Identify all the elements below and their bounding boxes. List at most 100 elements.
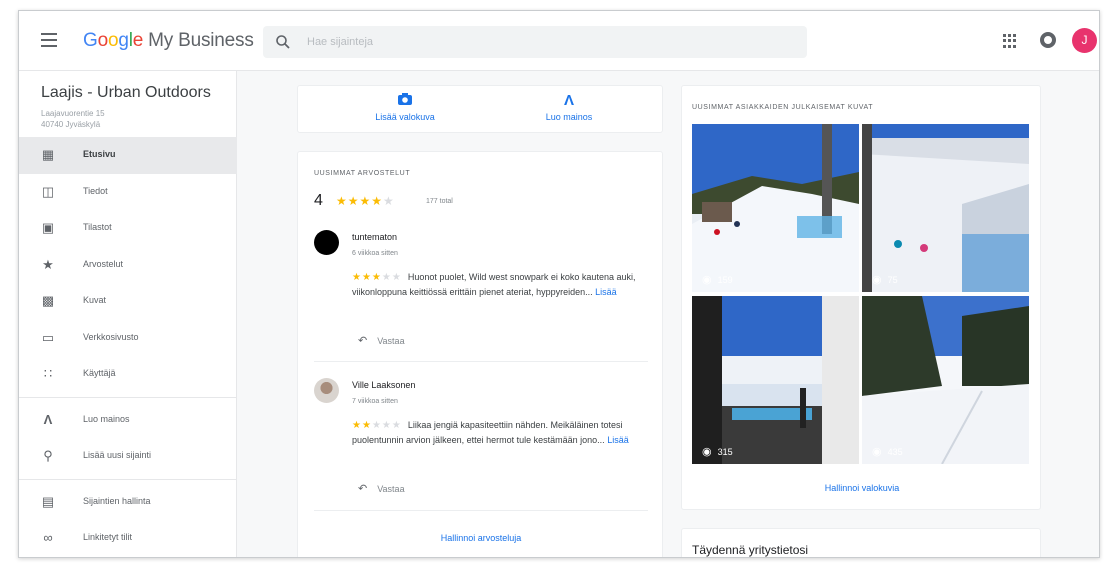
locations-icon: ▤ (41, 493, 55, 509)
sidebar-item-label: Sijaintien hallinta (83, 495, 151, 506)
location-pin-icon: ⚲ (43, 448, 53, 463)
store-icon: ◫ (41, 183, 55, 199)
create-ad-button[interactable]: Λ Luo mainos (494, 92, 644, 122)
sidebar-item-label: Linkitetyt tilit (83, 532, 133, 542)
photo-view-count: ◉ 75 (872, 273, 898, 286)
view-count: 75 (887, 275, 898, 285)
review-time: 6 viikkoa sitten (352, 250, 398, 257)
website-icon: ▭ (41, 329, 55, 345)
eye-icon: ◉ (702, 446, 712, 458)
reply-icon: ↶ (358, 335, 368, 347)
home-icon: ▦ (41, 147, 55, 162)
address-line-1: Laajavuorentie 15 (41, 109, 105, 118)
manage-photos-link[interactable]: Hallinnoi valokuvia (682, 483, 1042, 493)
avatar[interactable]: J (1072, 28, 1097, 53)
review-time: 7 viikkoa sitten (352, 398, 398, 405)
link-icon: ∞ (43, 530, 53, 545)
sidebar: Laajis - Urban Outdoors Laajavuorentie 1… (19, 71, 237, 557)
manage-reviews-link[interactable]: Hallinnoi arvosteluja (298, 533, 664, 543)
add-photo-icon (330, 92, 480, 110)
view-count: 159 (717, 275, 733, 285)
add-photo-label: Lisää valokuva (375, 112, 435, 122)
sidebar-item-linked-accounts[interactable]: ∞ Linkitetyt tilit (19, 520, 237, 557)
customer-photo[interactable]: ◉ 315 (692, 296, 859, 464)
average-rating: 4 (314, 192, 323, 209)
sidebar-item-photos[interactable]: ▩ Kuvat (19, 283, 237, 320)
view-count: 315 (717, 447, 733, 457)
sidebar-item-insights[interactable]: ▣ Tilastot (19, 210, 237, 247)
reply-label: Vastaa (377, 484, 405, 494)
logo-letter: g (118, 30, 129, 51)
photo-grid: ◉ 159 ◉ 75 ◉ 315 ◉ 435 (692, 124, 1029, 464)
review-stars: ★★★★★ (352, 272, 402, 283)
sidebar-item-home[interactable]: ▦ Etusivu (19, 137, 237, 174)
sidebar-item-add-location[interactable]: ⚲ Lisää uusi sijainti (19, 438, 237, 475)
search-icon (276, 35, 290, 49)
review-text-block: ★★★★★ Liikaa jengiä kapasiteettiin nähden… (352, 418, 642, 447)
reviews-section-title: UUSIMMAT ARVOSTELUT (314, 170, 411, 177)
sidebar-item-label: Käyttäjä (83, 368, 116, 378)
ads-icon: Λ (563, 92, 574, 109)
sidebar-item-label: Verkkosivusto (83, 331, 139, 342)
sidebar-item-label: Tilastot (83, 222, 112, 232)
apps-icon[interactable] (1003, 34, 1017, 48)
customer-photo[interactable]: ◉ 75 (862, 124, 1029, 292)
sidebar-item-label: Kuvat (83, 295, 107, 305)
read-more-link[interactable]: Lisää (595, 287, 617, 297)
sidebar-item-website[interactable]: ▭ Verkkosivusto (19, 320, 237, 357)
sidebar-nav: ▦ Etusivu ◫ Tiedot ▣ Tilastot ★ Arvostel… (19, 137, 237, 557)
complete-business-info-card: Täydennä yritystietosi (681, 528, 1041, 557)
photo-view-count: ◉ 435 (872, 445, 903, 458)
complete-info-title: Täydennä yritystietosi (692, 543, 809, 557)
reviewer-name: tuntematon (352, 232, 398, 242)
average-rating-stars: ★★★★★ (336, 194, 395, 208)
notifications-icon[interactable] (1040, 32, 1056, 48)
sidebar-item-info[interactable]: ◫ Tiedot (19, 174, 237, 211)
view-count: 435 (887, 447, 903, 457)
photo-view-count: ◉ 159 (702, 273, 733, 286)
customer-photo[interactable]: ◉ 159 (692, 124, 859, 292)
menu-icon[interactable] (41, 33, 57, 47)
logo-letter: o (97, 30, 109, 51)
photos-section-title: UUSIMMAT ASIAKKAIDEN JULKAISEMAT KUVAT (692, 104, 874, 111)
business-name: Laajis - Urban Outdoors (41, 84, 211, 101)
sidebar-item-label: Arvostelut (83, 258, 124, 269)
reviewer-avatar (314, 378, 339, 403)
google-my-business-logo[interactable]: Google My Business (83, 30, 254, 52)
top-bar: GoogleMy Business J (19, 11, 1099, 71)
ads-icon: Λ (43, 411, 53, 427)
sidebar-item-users[interactable]: ∷ Käyttäjä (19, 356, 237, 393)
review-stars: ★★★★★ (352, 420, 402, 431)
product-name: My Business (148, 30, 254, 51)
photo-view-count: ◉ 315 (702, 445, 733, 458)
sidebar-divider (19, 396, 237, 398)
review-divider (314, 361, 648, 362)
search-input[interactable] (307, 33, 787, 51)
star-icon: ★ (42, 256, 54, 272)
app-window: GoogleMy Business J Laajis - Urban Outdo… (18, 10, 1100, 558)
sidebar-item-reviews[interactable]: ★ Arvostelut (19, 247, 237, 284)
reply-button[interactable]: ↶ Vastaa (358, 482, 438, 498)
insights-icon: ▣ (41, 220, 55, 235)
logo-letter: G (83, 30, 98, 51)
read-more-link[interactable]: Lisää (607, 435, 629, 445)
add-photo-button[interactable]: Lisää valokuva (330, 92, 480, 122)
reply-label: Vastaa (377, 336, 405, 346)
eye-icon: ◉ (872, 274, 882, 286)
sidebar-item-create-ad[interactable]: Λ Luo mainos (19, 402, 237, 439)
reply-icon: ↶ (358, 483, 368, 495)
reply-button[interactable]: ↶ Vastaa (358, 334, 438, 350)
review-divider (314, 510, 648, 511)
review-total: 177 total (426, 198, 453, 205)
sidebar-divider (19, 478, 237, 480)
reviewer-name: Ville Laaksonen (352, 380, 416, 390)
sidebar-item-label: Luo mainos (83, 413, 130, 424)
eye-icon: ◉ (702, 274, 712, 286)
latest-customer-photos-card: UUSIMMAT ASIAKKAIDEN JULKAISEMAT KUVAT ◉… (681, 85, 1041, 510)
customer-photo[interactable]: ◉ 435 (862, 296, 1029, 464)
search-bar[interactable] (263, 26, 807, 58)
sidebar-item-label: Etusivu (83, 149, 116, 159)
sidebar-item-manage-locations[interactable]: ▤ Sijaintien hallinta (19, 484, 237, 521)
address-line-2: 40740 Jyväskylä (41, 120, 101, 129)
sidebar-item-label: Lisää uusi sijainti (83, 450, 152, 460)
